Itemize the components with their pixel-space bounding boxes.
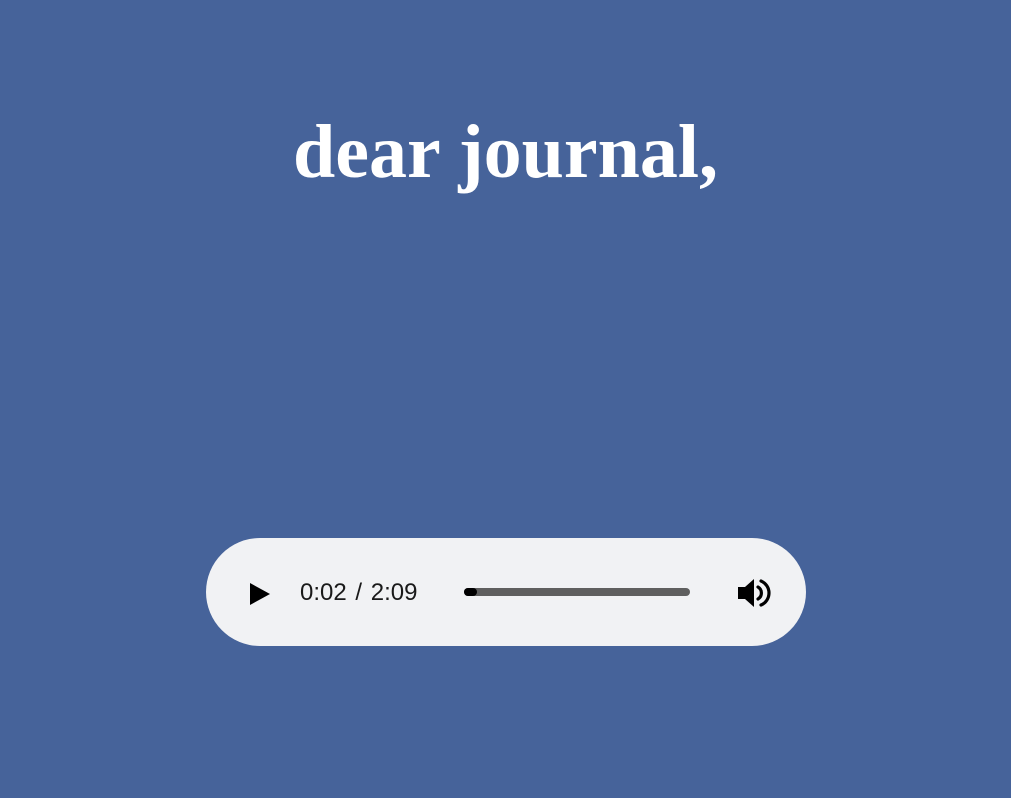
play-icon bbox=[250, 583, 270, 605]
time-display: 0:02 / 2:09 bbox=[300, 578, 417, 608]
progress-fill bbox=[464, 588, 477, 596]
duration: 2:09 bbox=[370, 579, 418, 606]
volume-icon bbox=[738, 579, 771, 607]
time-separator: / bbox=[355, 579, 363, 606]
play-button[interactable] bbox=[238, 572, 282, 616]
current-time: 0:02 bbox=[300, 579, 347, 606]
progress-slider[interactable] bbox=[464, 588, 690, 596]
volume-button[interactable] bbox=[734, 574, 774, 612]
page-title: dear journal, bbox=[292, 110, 719, 194]
